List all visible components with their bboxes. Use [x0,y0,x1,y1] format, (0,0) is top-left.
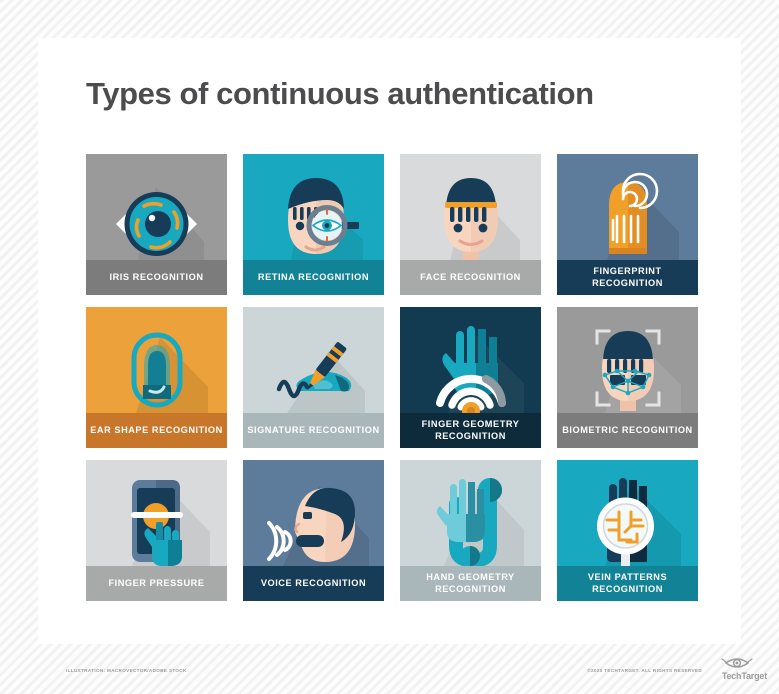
tile-label: FACE RECOGNITION [400,260,541,295]
tile-fingerprint-recognition[interactable]: FINGERPRINT RECOGNITION [557,154,698,295]
copyright-notice: ©2020 TECHTARGET. ALL RIGHTS RESERVED [587,668,702,673]
tile-label: FINGER GEOMETRY RECOGNITION [400,413,541,448]
techtarget-logo: TechTarget [709,655,767,681]
techtarget-wordmark: TechTarget [721,671,767,681]
tile-label: VEIN PATTERNS RECOGNITION [557,566,698,601]
page-title: Types of continuous authentication [86,76,594,111]
techtarget-eye-icon [721,658,753,668]
illustration-credit: ILLUSTRATION: MACROVECTOR/ADOBE STOCK [66,668,187,673]
tile-label: SIGNATURE RECOGNITION [243,413,384,448]
tile-iris-recognition[interactable]: IRIS RECOGNITION [86,154,227,295]
tile-label: VOICE RECOGNITION [243,566,384,601]
tile-biometric-recognition[interactable]: BIOMETRIC RECOGNITION [557,307,698,448]
content-card: Types of continuous authentication IRIS … [38,38,741,644]
tile-retina-recognition[interactable]: RETINA RECOGNITION [243,154,384,295]
tile-vein-patterns-recognition[interactable]: VEIN PATTERNS RECOGNITION [557,460,698,601]
tile-label: FINGER PRESSURE [86,566,227,601]
authentication-types-grid: IRIS RECOGNITION RETINA RECOGNITION FACE… [86,154,698,601]
tile-label: HAND GEOMETRY RECOGNITION [400,566,541,601]
tile-label: IRIS RECOGNITION [86,260,227,295]
tile-hand-geometry-recognition[interactable]: HAND GEOMETRY RECOGNITION [400,460,541,601]
tile-ear-shape-recognition[interactable]: EAR SHAPE RECOGNITION [86,307,227,448]
tile-label: RETINA RECOGNITION [243,260,384,295]
tile-signature-recognition[interactable]: SIGNATURE RECOGNITION [243,307,384,448]
tile-face-recognition[interactable]: FACE RECOGNITION [400,154,541,295]
tile-label: BIOMETRIC RECOGNITION [557,413,698,448]
tile-finger-geometry-recognition[interactable]: FINGER GEOMETRY RECOGNITION [400,307,541,448]
infographic-page: Types of continuous authentication IRIS … [0,0,779,694]
tile-label: FINGERPRINT RECOGNITION [557,260,698,295]
tile-voice-recognition[interactable]: VOICE RECOGNITION [243,460,384,601]
tile-label: EAR SHAPE RECOGNITION [86,413,227,448]
tile-finger-pressure[interactable]: FINGER PRESSURE [86,460,227,601]
